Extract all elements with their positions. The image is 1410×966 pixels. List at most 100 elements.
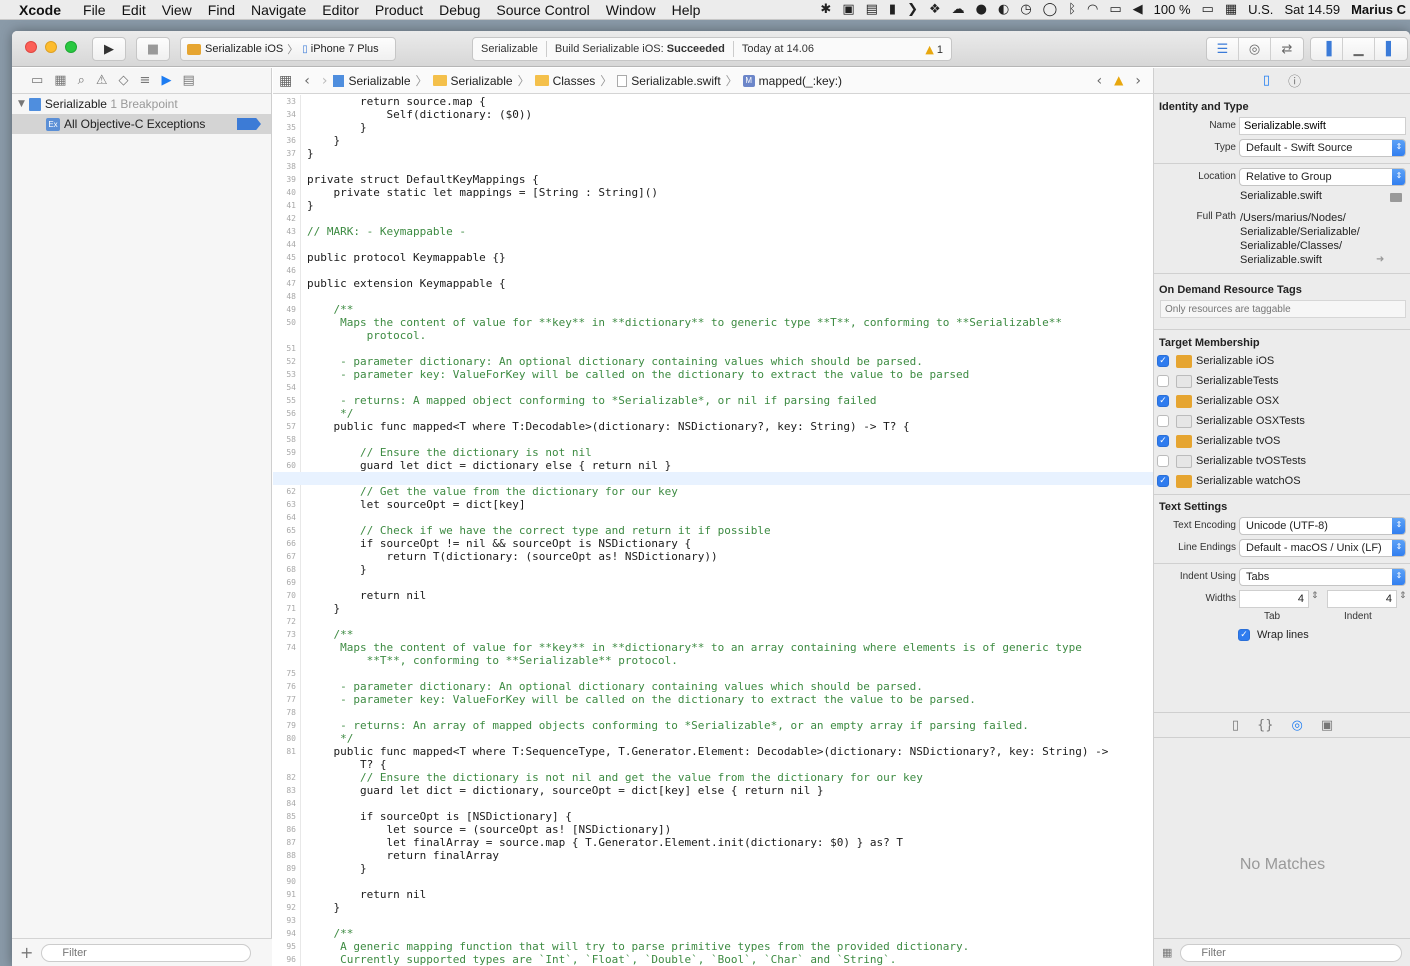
- code-snippet-icon[interactable]: {}: [1257, 718, 1274, 733]
- name-field[interactable]: [1239, 117, 1406, 135]
- issue-icon[interactable]: ⚠: [96, 73, 108, 88]
- menu-editor[interactable]: Editor: [314, 2, 367, 18]
- status-icon[interactable]: ▤: [866, 2, 878, 17]
- crumb-group[interactable]: Serializable 〉: [432, 72, 535, 89]
- user-name[interactable]: Marius C: [1351, 2, 1406, 17]
- report-icon[interactable]: ▤: [182, 73, 194, 88]
- grid-view-icon[interactable]: ▦: [1162, 946, 1172, 959]
- battery-icon[interactable]: ▭: [1202, 2, 1214, 17]
- folder-icon[interactable]: [1390, 193, 1402, 202]
- clock[interactable]: Sat 14.59: [1284, 2, 1340, 17]
- object-library-icon[interactable]: ◎: [1292, 718, 1303, 733]
- app-menu[interactable]: Xcode: [16, 2, 75, 18]
- folder-icon[interactable]: ▭: [31, 73, 43, 88]
- dropbox-icon[interactable]: ❖: [929, 2, 941, 17]
- location-popup[interactable]: Relative to Group ⇕: [1239, 168, 1406, 186]
- clipboard-icon[interactable]: ▮: [889, 2, 896, 17]
- tab-width-field[interactable]: 4: [1239, 590, 1309, 608]
- navigator-filter-input[interactable]: [41, 943, 252, 962]
- breakpoint-row[interactable]: Ex All Objective-C Exceptions: [12, 114, 271, 134]
- encoding-popup[interactable]: Unicode (UTF-8) ⇕: [1239, 517, 1406, 535]
- minimize-window-button[interactable]: [45, 41, 57, 53]
- status-icon[interactable]: ◯: [1043, 2, 1058, 17]
- forward-icon[interactable]: ›: [316, 73, 334, 89]
- status-icon[interactable]: ●: [976, 2, 987, 17]
- target-row[interactable]: Serializable tvOSTests: [1154, 451, 1410, 471]
- menu-source-control[interactable]: Source Control: [488, 2, 597, 18]
- related-items-icon[interactable]: ▦: [273, 73, 298, 89]
- run-button[interactable]: ▶: [92, 37, 126, 61]
- menu-navigate[interactable]: Navigate: [243, 2, 314, 18]
- zoom-window-button[interactable]: [65, 41, 77, 53]
- menu-edit[interactable]: Edit: [114, 2, 154, 18]
- status-icon[interactable]: ▣: [842, 2, 854, 17]
- line-number-gutter[interactable]: 33 34 35 36 37 38 39 40 41 42 43 44 45 46 47 48 49 50 51 52…: [273, 95, 301, 966]
- crumb-project[interactable]: Serializable 〉: [333, 72, 432, 89]
- test-icon[interactable]: ◇: [119, 73, 129, 88]
- file-inspector-icon[interactable]: ▯: [1263, 73, 1270, 88]
- inspector-toggle-icon[interactable]: ▌: [1375, 38, 1407, 60]
- target-row[interactable]: Serializable OSXTests: [1154, 411, 1410, 431]
- warning-indicator[interactable]: ▲ 1: [925, 43, 943, 56]
- source-editor[interactable]: 33 34 35 36 37 38 39 40 41 42 43 44 45 46 47 48 49 50 51 52…: [273, 95, 1153, 966]
- menu-find[interactable]: Find: [200, 2, 243, 18]
- menu-view[interactable]: View: [154, 2, 200, 18]
- close-window-button[interactable]: [25, 41, 37, 53]
- target-row[interactable]: ✓ Serializable watchOS: [1154, 471, 1410, 491]
- previous-issue-icon[interactable]: ‹: [1091, 73, 1109, 89]
- input-source[interactable]: U.S.: [1248, 2, 1273, 17]
- indent-width-field[interactable]: 4: [1327, 590, 1397, 608]
- back-icon[interactable]: ‹: [298, 73, 316, 89]
- warning-icon[interactable]: ▲: [1114, 73, 1123, 89]
- airplay-icon[interactable]: ▭: [1109, 2, 1121, 17]
- menu-debug[interactable]: Debug: [431, 2, 488, 18]
- line-endings-popup[interactable]: Default - macOS / Unix (LF) ⇕: [1239, 539, 1406, 557]
- indent-width-stepper[interactable]: ⇕: [1399, 591, 1407, 601]
- breakpoint-flag-icon[interactable]: [237, 118, 261, 130]
- media-library-icon[interactable]: ▣: [1321, 718, 1333, 733]
- target-checkbox[interactable]: [1157, 415, 1169, 427]
- standard-editor-icon[interactable]: ☰: [1207, 38, 1239, 60]
- next-issue-icon[interactable]: ›: [1129, 73, 1147, 89]
- menu-file[interactable]: File: [75, 2, 114, 18]
- menu-help[interactable]: Help: [664, 2, 709, 18]
- disclosure-icon[interactable]: ▼: [18, 99, 25, 109]
- indent-using-popup[interactable]: Tabs ⇕: [1239, 568, 1406, 586]
- library-filter-input[interactable]: [1180, 943, 1403, 962]
- target-checkbox[interactable]: ✓: [1157, 395, 1169, 407]
- stop-button[interactable]: ■: [136, 37, 170, 61]
- wifi-icon[interactable]: ◠: [1087, 2, 1098, 17]
- version-editor-icon[interactable]: ⇄: [1271, 38, 1303, 60]
- target-row[interactable]: ✓ Serializable iOS: [1154, 351, 1410, 371]
- crumb-file[interactable]: Serializable.swift 〉: [617, 72, 742, 89]
- menu-window[interactable]: Window: [598, 2, 664, 18]
- symbol-icon[interactable]: ▦: [54, 73, 66, 88]
- target-row[interactable]: SerializableTests: [1154, 371, 1410, 391]
- menu-product[interactable]: Product: [367, 2, 431, 18]
- cloud-icon[interactable]: ☁: [952, 2, 965, 17]
- target-checkbox[interactable]: [1157, 375, 1169, 387]
- wrap-lines-row[interactable]: ✓ Wrap lines: [1154, 625, 1410, 645]
- status-icon[interactable]: ✱: [820, 2, 831, 17]
- target-checkbox[interactable]: ✓: [1157, 435, 1169, 447]
- crumb-classes[interactable]: Classes 〉: [534, 72, 618, 89]
- navigator-toggle-icon[interactable]: ▐: [1311, 38, 1343, 60]
- volume-icon[interactable]: ◀: [1133, 2, 1143, 17]
- chevron-icon[interactable]: ❯: [907, 2, 918, 17]
- debug-icon[interactable]: ≡: [140, 73, 151, 88]
- reveal-in-finder-icon[interactable]: ➜: [1376, 254, 1384, 265]
- add-icon[interactable]: +: [20, 943, 33, 962]
- status-icon[interactable]: ◐: [998, 2, 1009, 17]
- type-popup[interactable]: Default - Swift Source ⇕: [1239, 139, 1406, 157]
- bluetooth-icon[interactable]: ᛒ: [1068, 2, 1076, 17]
- target-checkbox[interactable]: ✓: [1157, 475, 1169, 487]
- assistant-editor-icon[interactable]: ◎: [1239, 38, 1271, 60]
- project-row[interactable]: ▼ Serializable 1 Breakpoint: [12, 94, 271, 114]
- target-row[interactable]: ✓ Serializable OSX: [1154, 391, 1410, 411]
- quick-help-icon[interactable]: ⓘ: [1288, 71, 1301, 90]
- breakpoint-navigator-icon[interactable]: ▶: [161, 73, 171, 88]
- time-machine-icon[interactable]: ◷: [1020, 2, 1031, 17]
- debug-toggle-icon[interactable]: ▁: [1343, 38, 1375, 60]
- crumb-symbol[interactable]: Mmapped(_:key:): [742, 74, 842, 88]
- target-checkbox[interactable]: [1157, 455, 1169, 467]
